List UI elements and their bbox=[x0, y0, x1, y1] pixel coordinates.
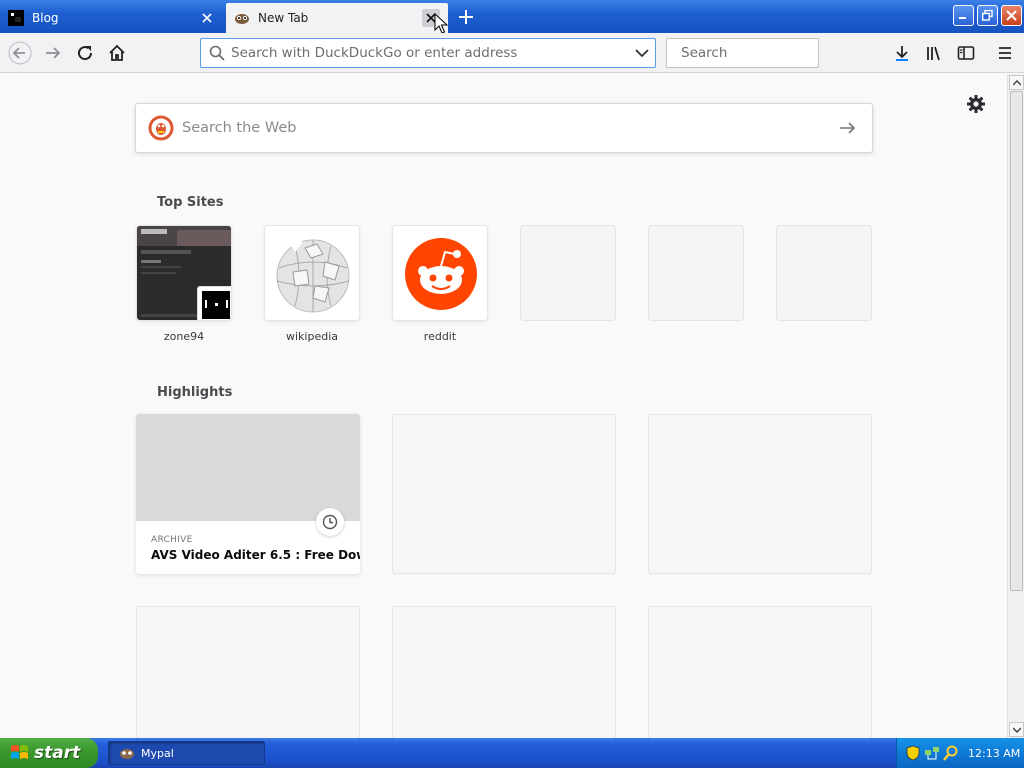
home-button[interactable] bbox=[105, 41, 129, 65]
top-sites-heading: Top Sites bbox=[157, 195, 224, 210]
gear-icon[interactable] bbox=[966, 94, 986, 114]
start-button[interactable]: start bbox=[0, 738, 98, 768]
reload-button[interactable] bbox=[73, 41, 97, 65]
top-site-zone94[interactable] bbox=[136, 225, 232, 321]
new-tab-plus-icon[interactable] bbox=[455, 6, 477, 28]
highlight-card-image bbox=[136, 414, 360, 521]
top-site-label: zone94 bbox=[163, 330, 205, 343]
search-icon bbox=[209, 45, 225, 61]
vertical-scrollbar[interactable] bbox=[1007, 74, 1024, 738]
nav-toolbar bbox=[0, 33, 1024, 73]
tab-blog[interactable]: Blog bbox=[0, 3, 224, 33]
highlight-card[interactable]: ARCHIVE AVS Video Aditer 6.5 : Free Dow.… bbox=[136, 414, 360, 574]
wikipedia-globe-icon bbox=[276, 239, 350, 313]
taskbar-item-mypal[interactable]: Mypal bbox=[108, 741, 265, 765]
hamburger-menu-icon bbox=[999, 47, 1011, 59]
highlight-placeholder bbox=[136, 606, 360, 738]
title-bar: Blog New Tab bbox=[0, 0, 1024, 34]
scroll-down-arrow-icon[interactable] bbox=[1009, 722, 1024, 737]
minimize-button[interactable] bbox=[953, 5, 974, 26]
tab-title: New Tab bbox=[258, 11, 309, 25]
search-tray-icon[interactable] bbox=[943, 745, 959, 761]
system-tray: 12:13 AM bbox=[896, 738, 1024, 768]
taskbar: start Mypal 12:13 AM bbox=[0, 738, 1024, 768]
highlights-heading: Highlights bbox=[157, 385, 233, 400]
url-input[interactable] bbox=[231, 45, 635, 61]
mypal-favicon-icon bbox=[235, 14, 249, 24]
search-input[interactable] bbox=[681, 45, 852, 61]
highlight-context: ARCHIVE bbox=[151, 535, 193, 545]
chevron-down-icon[interactable] bbox=[635, 46, 649, 60]
security-shield-icon[interactable] bbox=[905, 745, 921, 761]
downloads-button[interactable] bbox=[890, 41, 914, 65]
forward-arrow-icon bbox=[46, 47, 61, 59]
newtab-page: Top Sites zone94 wikipedia bbox=[0, 74, 1007, 738]
top-site-reddit[interactable] bbox=[392, 225, 488, 321]
tab-close-icon[interactable] bbox=[422, 9, 440, 27]
highlight-placeholder bbox=[392, 414, 616, 574]
highlight-placeholder bbox=[648, 606, 872, 738]
scrollbar-thumb[interactable] bbox=[1010, 91, 1023, 591]
zone94-favicon-icon bbox=[197, 286, 231, 320]
search-bar[interactable] bbox=[666, 38, 852, 68]
reddit-alien-icon bbox=[405, 238, 477, 310]
web-search-box[interactable] bbox=[135, 103, 873, 153]
top-site-label: wikipedia bbox=[285, 330, 338, 343]
menu-button[interactable] bbox=[993, 41, 1017, 65]
home-icon bbox=[109, 44, 125, 61]
blog-favicon-icon bbox=[8, 10, 24, 26]
tab-close-icon[interactable] bbox=[198, 9, 216, 27]
back-button[interactable] bbox=[8, 41, 32, 65]
restore-button[interactable] bbox=[977, 5, 998, 26]
duckduckgo-icon bbox=[148, 115, 174, 141]
start-label: start bbox=[34, 743, 81, 763]
highlight-placeholder bbox=[392, 606, 616, 738]
highlight-placeholder bbox=[648, 414, 872, 574]
taskbar-item-label: Mypal bbox=[141, 746, 174, 760]
library-button[interactable] bbox=[922, 41, 946, 65]
back-arrow-icon bbox=[8, 41, 32, 65]
url-bar[interactable] bbox=[200, 38, 656, 68]
highlight-title: AVS Video Aditer 6.5 : Free Dow... bbox=[151, 548, 360, 562]
top-site-empty[interactable] bbox=[520, 225, 616, 321]
tab-new-tab[interactable]: New Tab bbox=[226, 3, 448, 33]
download-icon bbox=[896, 46, 908, 61]
reload-icon bbox=[78, 46, 93, 61]
clock: 12:13 AM bbox=[968, 746, 1021, 760]
top-site-wikipedia[interactable] bbox=[264, 225, 360, 321]
forward-button[interactable] bbox=[41, 41, 65, 65]
sidebar-icon bbox=[957, 46, 975, 60]
library-icon bbox=[927, 46, 940, 61]
top-site-empty[interactable] bbox=[776, 225, 872, 321]
mypal-app-icon bbox=[120, 749, 134, 759]
scroll-up-arrow-icon[interactable] bbox=[1009, 75, 1024, 90]
top-site-label: reddit bbox=[423, 330, 457, 343]
tab-title: Blog bbox=[32, 11, 59, 25]
sidebar-button[interactable] bbox=[954, 41, 978, 65]
arrow-right-icon[interactable] bbox=[838, 119, 856, 137]
web-search-input[interactable] bbox=[182, 120, 838, 136]
window-close-button[interactable] bbox=[1001, 5, 1022, 26]
top-site-empty[interactable] bbox=[648, 225, 744, 321]
windows-logo-icon bbox=[11, 745, 28, 759]
network-icon[interactable] bbox=[924, 745, 940, 761]
clock-icon bbox=[316, 508, 344, 536]
